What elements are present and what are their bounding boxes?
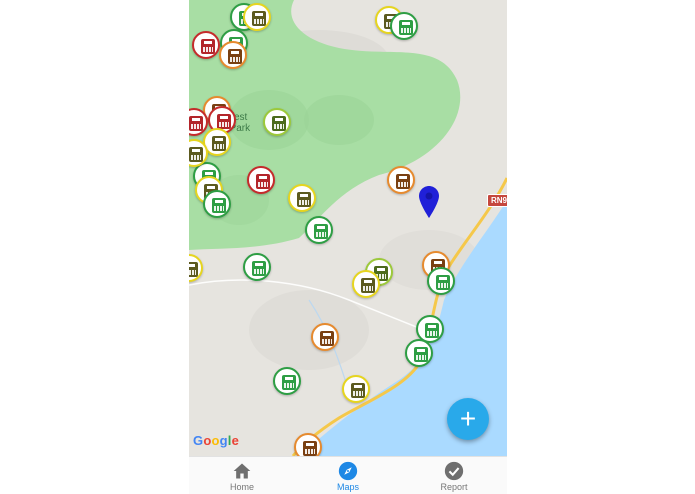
compass-icon xyxy=(338,461,358,481)
device-icon xyxy=(399,20,413,35)
add-report-button[interactable]: + xyxy=(447,398,489,440)
device-marker-green[interactable] xyxy=(427,267,455,295)
device-icon xyxy=(212,198,226,213)
device-icon xyxy=(425,323,439,338)
device-marker-orange[interactable] xyxy=(387,166,415,194)
device-icon xyxy=(297,192,311,207)
nav-item-report[interactable]: Report xyxy=(401,457,507,494)
app-screen: Forest al Park RN9 Google + Home Maps Re… xyxy=(189,0,507,494)
device-icon xyxy=(252,11,266,26)
device-icon xyxy=(414,347,428,362)
device-icon xyxy=(189,147,203,162)
device-marker-yellow[interactable] xyxy=(288,184,316,212)
location-pin-icon[interactable] xyxy=(419,186,439,218)
plus-icon: + xyxy=(459,403,477,434)
device-icon xyxy=(351,383,365,398)
nav-item-home[interactable]: Home xyxy=(189,457,295,494)
home-icon xyxy=(233,463,251,479)
road-shield: RN9 xyxy=(487,194,507,207)
device-marker-red[interactable] xyxy=(247,166,275,194)
device-marker-green[interactable] xyxy=(390,12,418,40)
device-marker-yellow[interactable] xyxy=(352,270,380,298)
device-marker-yellow[interactable] xyxy=(243,3,271,31)
device-icon xyxy=(228,49,242,64)
device-icon xyxy=(314,224,328,239)
device-icon xyxy=(396,174,410,189)
device-icon xyxy=(189,262,198,277)
check-circle-icon xyxy=(444,461,464,481)
nav-label-report: Report xyxy=(440,482,468,492)
device-icon xyxy=(436,275,450,290)
device-marker-green[interactable] xyxy=(243,253,271,281)
device-icon xyxy=(252,261,266,276)
device-icon xyxy=(272,116,286,131)
device-icon xyxy=(189,116,203,131)
device-marker-red[interactable] xyxy=(192,31,220,59)
device-icon xyxy=(361,278,375,293)
device-marker-green[interactable] xyxy=(273,367,301,395)
google-logo: Google xyxy=(193,433,240,448)
device-icon xyxy=(212,136,226,151)
device-icon xyxy=(303,441,317,456)
device-marker-orange[interactable] xyxy=(311,323,339,351)
device-marker-green[interactable] xyxy=(203,190,231,218)
device-marker-green[interactable] xyxy=(405,339,433,367)
device-icon xyxy=(282,375,296,390)
device-icon xyxy=(217,114,231,129)
device-icon xyxy=(201,39,215,54)
device-icon xyxy=(320,331,334,346)
device-icon xyxy=(256,174,270,189)
device-marker-orange[interactable] xyxy=(219,41,247,69)
nav-item-maps[interactable]: Maps xyxy=(295,457,401,494)
nav-label-home: Home xyxy=(229,482,254,492)
device-marker-yellow[interactable] xyxy=(342,375,370,403)
map-view[interactable]: Forest al Park RN9 Google + xyxy=(189,0,507,461)
device-marker-green[interactable] xyxy=(305,216,333,244)
bottom-navigation: Home Maps Report xyxy=(189,456,507,494)
device-marker-lime[interactable] xyxy=(263,108,291,136)
nav-label-maps: Maps xyxy=(336,482,359,492)
